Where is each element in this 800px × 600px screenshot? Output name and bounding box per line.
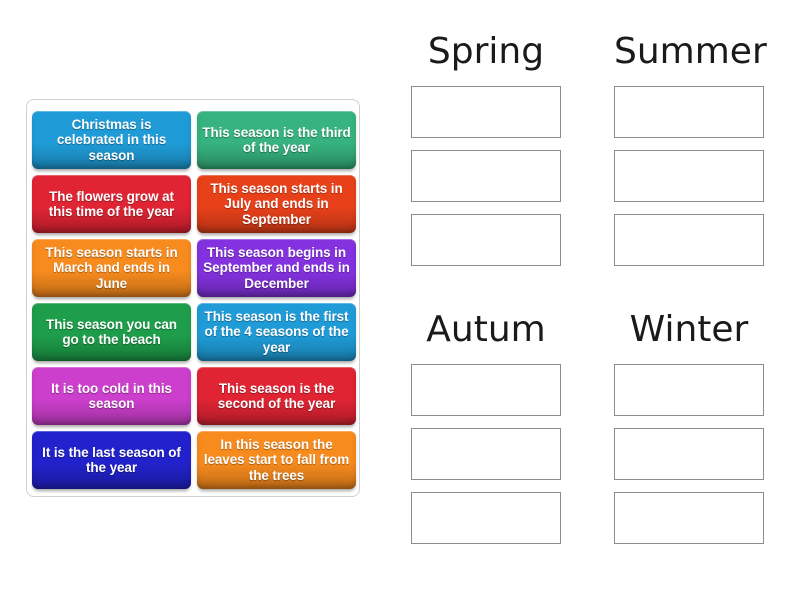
dropzone-autum-1[interactable] — [411, 364, 561, 416]
category-title-autum: Autum — [426, 309, 546, 350]
card-label: It is the last season of the year — [42, 444, 181, 476]
card-label: This season is the first of the 4 season… — [204, 308, 349, 355]
category-title-spring: Spring — [427, 31, 545, 72]
category-winter: Winter — [614, 308, 764, 544]
dropzone-spring-2[interactable] — [411, 150, 561, 202]
card-third-of-year[interactable]: This season is the third of the year — [197, 111, 356, 169]
dropzone-winter-3[interactable] — [614, 492, 764, 544]
dropzone-summer-3[interactable] — [614, 214, 764, 266]
dropzone-autum-2[interactable] — [411, 428, 561, 480]
dropzone-winter-1[interactable] — [614, 364, 764, 416]
card-beach[interactable]: This season you can go to the beach — [32, 303, 191, 361]
cards-panel: Christmas is celebrated in this season T… — [26, 99, 360, 497]
dropzone-autum-3[interactable] — [411, 492, 561, 544]
dropzone-spring-1[interactable] — [411, 86, 561, 138]
card-flowers-grow[interactable]: The flowers grow at this time of the yea… — [32, 175, 191, 233]
card-label: This season begins in September and ends… — [203, 244, 350, 291]
card-march-june[interactable]: This season starts in March and ends in … — [32, 239, 191, 297]
card-label: Christmas is celebrated in this season — [56, 116, 167, 163]
dropzone-summer-1[interactable] — [614, 86, 764, 138]
dropzone-spring-3[interactable] — [411, 214, 561, 266]
category-spring: Spring — [411, 30, 561, 266]
card-september-december[interactable]: This season begins in September and ends… — [197, 239, 356, 297]
card-first-of-4[interactable]: This season is the first of the 4 season… — [197, 303, 356, 361]
card-last-season[interactable]: It is the last season of the year — [32, 431, 191, 489]
card-too-cold[interactable]: It is too cold in this season — [32, 367, 191, 425]
card-label: This season is the third of the year — [202, 124, 351, 156]
card-second-of-year[interactable]: This season is the second of the year — [197, 367, 356, 425]
category-autum: Autum — [411, 308, 561, 544]
card-leaves-fall[interactable]: In this season the leaves start to fall … — [197, 431, 356, 489]
card-label: It is too cold in this season — [51, 380, 172, 412]
dropzone-summer-2[interactable] — [614, 150, 764, 202]
category-summer: Summer — [614, 30, 767, 266]
card-july-september[interactable]: This season starts in July and ends in S… — [197, 175, 356, 233]
card-label: In this season the leaves start to fall … — [203, 436, 350, 483]
category-title-winter: Winter — [629, 309, 749, 350]
card-label: This season you can go to the beach — [46, 316, 177, 348]
dropzone-winter-2[interactable] — [614, 428, 764, 480]
card-label: This season starts in July and ends in S… — [210, 180, 343, 227]
category-title-summer: Summer — [614, 31, 767, 72]
card-label: The flowers grow at this time of the yea… — [48, 188, 175, 220]
card-christmas[interactable]: Christmas is celebrated in this season — [32, 111, 191, 169]
card-label: This season starts in March and ends in … — [45, 244, 178, 291]
card-label: This season is the second of the year — [217, 380, 336, 412]
